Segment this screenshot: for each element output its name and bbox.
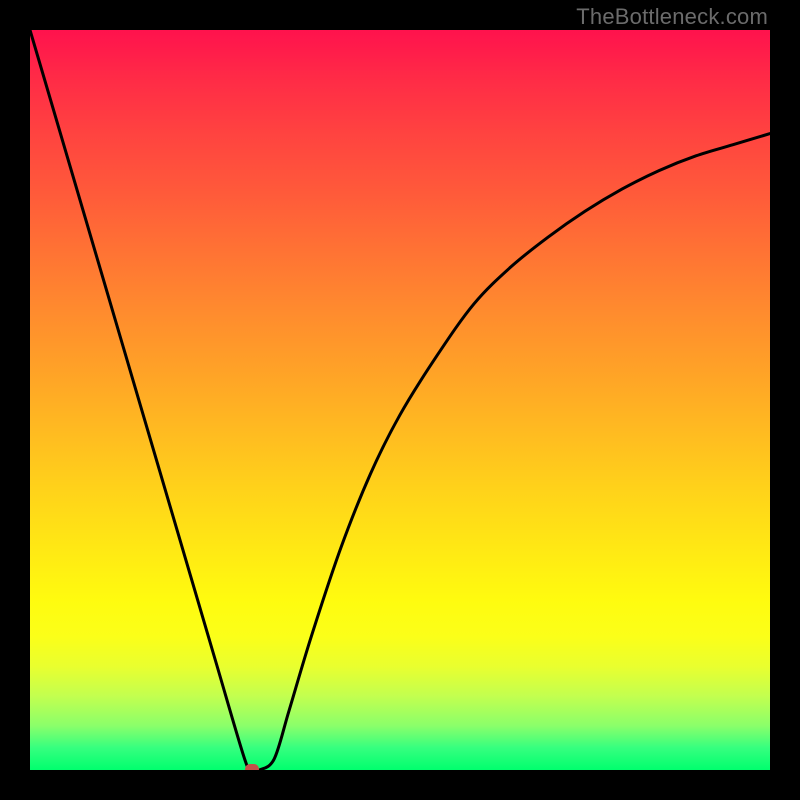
plot-area [30, 30, 770, 770]
watermark-text: TheBottleneck.com [576, 4, 768, 30]
optimal-marker [245, 764, 259, 770]
chart-frame: TheBottleneck.com [0, 0, 800, 800]
bottleneck-curve [30, 30, 770, 770]
curve-layer [30, 30, 770, 770]
